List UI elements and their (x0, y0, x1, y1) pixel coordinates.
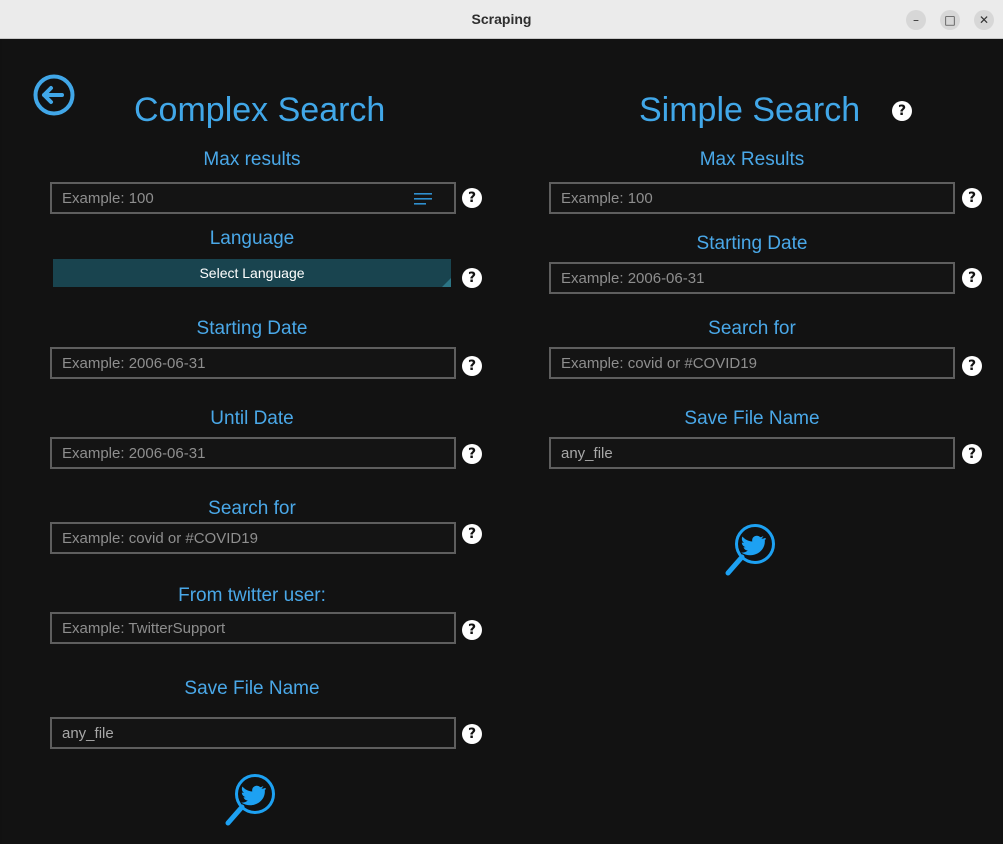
complex-save-file-input[interactable] (62, 719, 444, 747)
app-window: Scraping – □ ✕ Complex Search Max result… (0, 0, 1003, 844)
help-icon[interactable]: ? (962, 268, 982, 288)
twitter-search-icon[interactable] (724, 522, 776, 578)
minimize-button[interactable]: – (906, 10, 926, 30)
complex-max-results-input[interactable] (62, 184, 444, 212)
help-icon[interactable]: ? (462, 268, 482, 288)
title-bar: Scraping – □ ✕ (0, 0, 1003, 39)
help-icon[interactable]: ? (892, 101, 912, 121)
complex-starting-date-label: Starting Date (196, 318, 308, 339)
simple-save-file-field[interactable] (549, 437, 955, 469)
maximize-button[interactable]: □ (940, 10, 960, 30)
max-results-label: Max results (203, 149, 301, 170)
complex-search-for-field[interactable] (50, 522, 456, 554)
complex-search-for-label: Search for (208, 498, 296, 519)
close-button[interactable]: ✕ (974, 10, 994, 30)
until-date-label: Until Date (210, 408, 294, 429)
help-icon[interactable]: ? (462, 356, 482, 376)
complex-search-heading: Complex Search (134, 91, 386, 129)
simple-search-for-field[interactable] (549, 347, 955, 379)
language-label: Language (209, 228, 295, 249)
twitter-search-icon[interactable] (224, 772, 276, 828)
simple-starting-date-input[interactable] (561, 264, 943, 292)
simple-save-file-input[interactable] (561, 439, 943, 467)
back-arrow-icon[interactable] (32, 73, 76, 117)
simple-save-file-label: Save File Name (684, 408, 820, 429)
simple-starting-date-field[interactable] (549, 262, 955, 294)
complex-starting-date-input[interactable] (62, 349, 444, 377)
main-content: Complex Search Max results ? Language Se… (2, 39, 1001, 844)
simple-max-results-input[interactable] (561, 184, 943, 212)
help-icon[interactable]: ? (462, 188, 482, 208)
help-icon[interactable]: ? (462, 620, 482, 640)
help-icon[interactable]: ? (462, 524, 482, 544)
simple-search-for-input[interactable] (561, 349, 943, 377)
select-language-label: Select Language (199, 265, 305, 281)
select-language-button[interactable]: Select Language (53, 259, 451, 287)
complex-search-for-input[interactable] (62, 524, 444, 552)
until-date-input[interactable] (62, 439, 444, 467)
help-icon[interactable]: ? (962, 356, 982, 376)
simple-starting-date-label: Starting Date (696, 233, 808, 254)
complex-starting-date-field[interactable] (50, 347, 456, 379)
from-user-field[interactable] (50, 612, 456, 644)
from-user-label: From twitter user: (178, 585, 326, 606)
simple-search-for-label: Search for (708, 318, 796, 339)
complex-save-file-field[interactable] (50, 717, 456, 749)
help-icon[interactable]: ? (962, 188, 982, 208)
dropdown-corner-icon (442, 278, 451, 287)
window-title: Scraping (471, 11, 532, 27)
complex-max-results-field[interactable] (50, 182, 456, 214)
simple-max-results-label: Max Results (699, 149, 805, 170)
help-icon[interactable]: ? (962, 444, 982, 464)
complex-save-file-label: Save File Name (184, 678, 320, 699)
simple-search-heading: Simple Search (639, 91, 861, 129)
until-date-field[interactable] (50, 437, 456, 469)
help-icon[interactable]: ? (462, 444, 482, 464)
from-user-input[interactable] (62, 614, 444, 642)
help-icon[interactable]: ? (462, 724, 482, 744)
simple-max-results-field[interactable] (549, 182, 955, 214)
list-menu-icon[interactable] (414, 193, 432, 205)
